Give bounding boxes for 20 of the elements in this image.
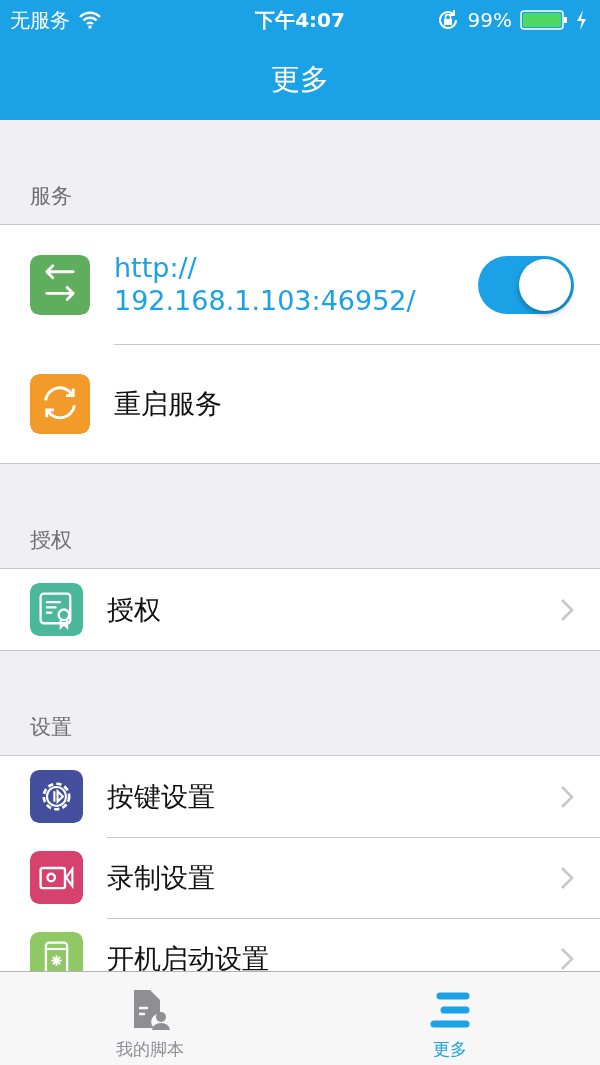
server-url: http:// 192.168.1.103:46952/	[114, 252, 417, 317]
row-label: 录制设置	[107, 861, 216, 895]
tab-bar-item[interactable]: 我的脚本	[0, 972, 300, 1065]
toggle-switch[interactable]	[478, 255, 574, 314]
section-header: 授权	[30, 527, 72, 554]
clock-text: 下午4:07	[255, 6, 345, 34]
chevron-icon	[560, 597, 574, 622]
section-header: 服务	[30, 183, 72, 210]
row-label: 重启服务	[114, 387, 223, 421]
row-label: 开机启动设置	[107, 942, 270, 971]
row-label: 按键设置	[107, 779, 216, 814]
chevron-icon	[560, 866, 574, 890]
nav-title: 更多	[270, 61, 330, 98]
chevron-icon	[560, 784, 574, 809]
section-header: 设置	[30, 714, 72, 741]
tab-bar-item[interactable]: 更多	[300, 972, 600, 1065]
carrier-text: 无服务	[10, 6, 70, 34]
row-label: 授权	[107, 592, 162, 627]
battery-percent: 99%	[467, 8, 512, 32]
wifi-icon	[78, 11, 102, 29]
